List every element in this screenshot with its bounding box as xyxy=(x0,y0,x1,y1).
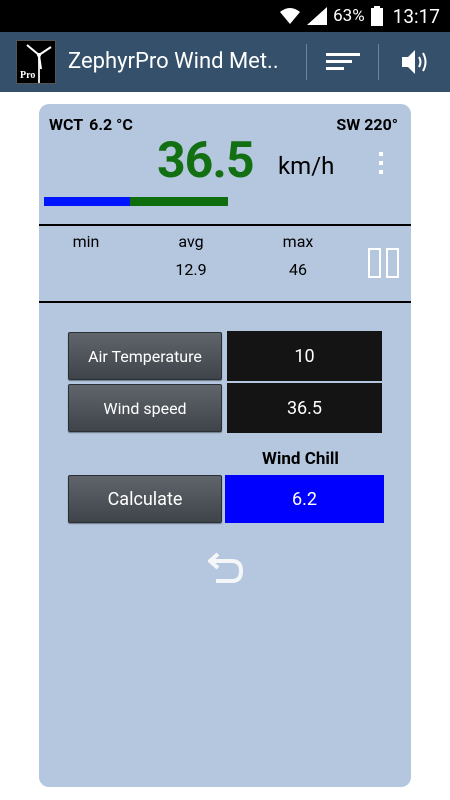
wind-direction: SW 220° xyxy=(336,115,398,134)
menu-dot xyxy=(379,161,383,165)
app-logo-label: Pro xyxy=(20,70,36,81)
wind-speed-field[interactable]: 36.5 xyxy=(227,383,382,433)
signal-icon xyxy=(307,7,328,25)
battery-icon xyxy=(370,6,383,26)
menu-dot xyxy=(379,152,383,156)
wind-chill-label: Wind Chill xyxy=(262,449,339,469)
battery-percent: 63% xyxy=(333,6,365,26)
avg-label: avg xyxy=(178,232,204,251)
app-logo[interactable]: Pro xyxy=(16,40,56,84)
undo-icon xyxy=(208,552,244,583)
sort-icon xyxy=(326,53,360,70)
sort-menu-button[interactable] xyxy=(314,32,372,92)
max-label: max xyxy=(282,232,314,251)
speed-unit: km/h xyxy=(278,152,335,180)
speed-bar-average xyxy=(44,197,130,206)
action-bar-divider xyxy=(306,44,307,80)
overflow-menu-button[interactable] xyxy=(377,152,385,180)
wct-value: 6.2 °C xyxy=(89,115,133,134)
wind-chill-result: 6.2 xyxy=(225,475,384,523)
speaker-icon xyxy=(402,50,427,74)
pause-button[interactable] xyxy=(368,248,400,278)
air-temperature-button[interactable]: Air Temperature xyxy=(68,332,222,380)
pause-icon xyxy=(386,248,399,278)
speed-bar-current xyxy=(130,197,228,206)
avg-value: 12.9 xyxy=(175,260,207,279)
min-label: min xyxy=(72,232,100,251)
wind-speed-value: 36.5 xyxy=(157,132,255,190)
divider xyxy=(39,301,411,303)
app-title: ZephyrPro Wind Met.. xyxy=(68,49,279,74)
wind-chill-readout: WCT 6.2 °C xyxy=(49,115,133,134)
wct-label: WCT xyxy=(49,115,84,134)
action-bar: Pro ZephyrPro Wind Met.. xyxy=(0,32,450,92)
wind-meter-panel: WCT 6.2 °C SW 220° 36.5 km/h min avg max … xyxy=(39,104,411,787)
back-button[interactable] xyxy=(206,550,246,586)
action-bar-divider xyxy=(378,44,379,80)
pause-icon xyxy=(368,248,381,278)
divider xyxy=(39,224,411,226)
wifi-icon xyxy=(280,8,301,24)
sound-toggle-button[interactable] xyxy=(386,32,444,92)
wind-speed-button[interactable]: Wind speed xyxy=(68,384,222,432)
clock: 13:17 xyxy=(392,4,440,28)
menu-dot xyxy=(379,170,383,174)
status-bar: 63% 13:17 xyxy=(0,0,450,32)
max-value: 46 xyxy=(289,260,307,279)
air-temperature-field[interactable]: 10 xyxy=(227,331,382,381)
calculate-button[interactable]: Calculate xyxy=(68,475,222,523)
